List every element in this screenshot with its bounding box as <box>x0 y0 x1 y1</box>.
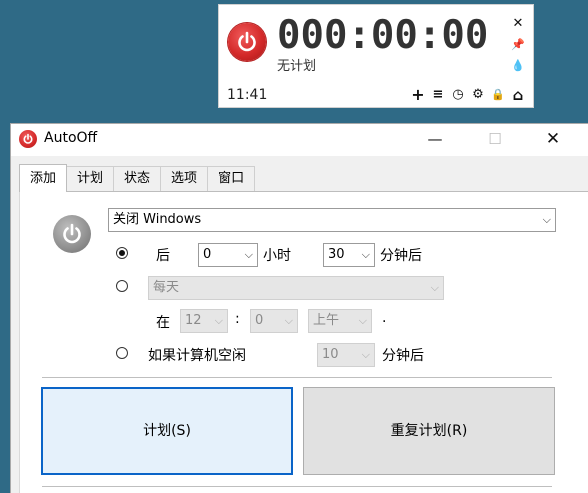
app-icon <box>19 130 37 148</box>
clock-icon[interactable]: ◷ <box>451 87 465 103</box>
countdown-display: 000:00:00 <box>277 13 489 58</box>
window-title: AutoOff <box>44 130 98 146</box>
home-icon[interactable]: ⌂ <box>511 87 525 103</box>
schedule-button[interactable]: 计划(S) <box>41 387 293 475</box>
minimize-button[interactable]: — <box>423 128 447 150</box>
idle-minutes-value: 10 <box>322 347 339 362</box>
action-select[interactable]: 关闭 Windows ⌵ <box>108 208 556 232</box>
add-icon[interactable]: + <box>411 87 425 103</box>
separator <box>42 486 552 487</box>
current-time: 11:41 <box>227 87 268 103</box>
idle-minutes-unit-label: 分钟后 <box>382 348 424 364</box>
close-button[interactable]: ✕ <box>541 128 565 150</box>
ampm-select[interactable]: 上午 ⌵ <box>308 309 372 333</box>
chevron-down-icon: ⌵ <box>542 213 551 226</box>
minutes-value: 30 <box>328 247 345 262</box>
separator <box>42 377 552 378</box>
chevron-down-icon: ⌵ <box>284 314 293 327</box>
radio-after-time[interactable] <box>116 247 128 259</box>
idle-minutes-select[interactable]: 10 ⌵ <box>317 343 375 367</box>
tab-status[interactable]: 状态 <box>113 166 162 191</box>
title-bar[interactable]: AutoOff — ☐ ✕ <box>11 124 588 156</box>
hours-unit-label: 小时 <box>263 248 291 264</box>
radio-idle[interactable] <box>116 347 128 359</box>
chevron-down-icon: ⌵ <box>430 281 439 294</box>
radio-daily[interactable] <box>116 280 128 292</box>
at-label: 在 <box>156 315 170 331</box>
pin-icon[interactable]: 📌 <box>511 34 525 55</box>
gear-icon[interactable]: ⚙ <box>471 87 485 103</box>
hour-value: 12 <box>185 313 202 328</box>
frequency-select[interactable]: 每天 ⌵ <box>148 276 444 300</box>
window-client: 添加 计划 状态 选项 窗口 关闭 Windows ⌵ 后 0 ⌵ 小时 30 … <box>11 156 588 493</box>
add-panel: 关闭 Windows ⌵ 后 0 ⌵ 小时 30 ⌵ 分钟后 每天 ⌵ 在 12… <box>19 191 588 493</box>
frequency-value: 每天 <box>153 280 180 295</box>
chevron-down-icon: ⌵ <box>361 348 370 361</box>
power-icon-grey <box>53 215 91 253</box>
idle-label: 如果计算机空闲 <box>148 348 246 364</box>
maximize-button[interactable]: ☐ <box>483 128 507 150</box>
after-label: 后 <box>156 248 170 264</box>
tab-options[interactable]: 选项 <box>160 166 209 191</box>
hour-select[interactable]: 12 ⌵ <box>180 309 228 333</box>
minutes-select[interactable]: 30 ⌵ <box>323 243 375 267</box>
plan-status: 无计划 <box>277 59 317 74</box>
tab-window[interactable]: 窗口 <box>207 166 256 191</box>
period-mark: . <box>382 310 387 326</box>
chevron-down-icon: ⌵ <box>358 314 367 327</box>
action-select-value: 关闭 Windows <box>113 212 202 227</box>
power-icon[interactable] <box>228 23 266 61</box>
time-colon: : <box>235 311 240 327</box>
ampm-value: 上午 <box>313 313 340 328</box>
close-icon[interactable]: ✕ <box>511 13 525 34</box>
lock-icon[interactable]: 🔒 <box>491 87 505 103</box>
minute-value: 0 <box>255 313 264 328</box>
minute-select[interactable]: 0 ⌵ <box>250 309 298 333</box>
tab-strip: 添加 计划 状态 选项 窗口 <box>19 164 256 192</box>
chevron-down-icon: ⌵ <box>214 314 223 327</box>
power-symbol-icon <box>238 31 256 52</box>
minutes-unit-label: 分钟后 <box>380 248 422 264</box>
hours-value: 0 <box>203 247 212 262</box>
tab-add[interactable]: 添加 <box>19 164 68 192</box>
drop-icon[interactable]: 💧 <box>511 55 525 76</box>
chevron-down-icon: ⌵ <box>244 248 253 261</box>
repeat-schedule-button[interactable]: 重复计划(R) <box>303 387 555 475</box>
menu-icon[interactable]: ≡ <box>431 87 445 103</box>
chevron-down-icon: ⌵ <box>361 248 370 261</box>
timer-widget: 000:00:00 无计划 ✕ 📌 💧 11:41 + ≡ ◷ ⚙ 🔒 ⌂ <box>218 4 534 108</box>
autooff-window: AutoOff — ☐ ✕ 添加 计划 状态 选项 窗口 关闭 Windows … <box>10 123 588 493</box>
tab-schedule[interactable]: 计划 <box>66 166 115 191</box>
hours-select[interactable]: 0 ⌵ <box>198 243 258 267</box>
